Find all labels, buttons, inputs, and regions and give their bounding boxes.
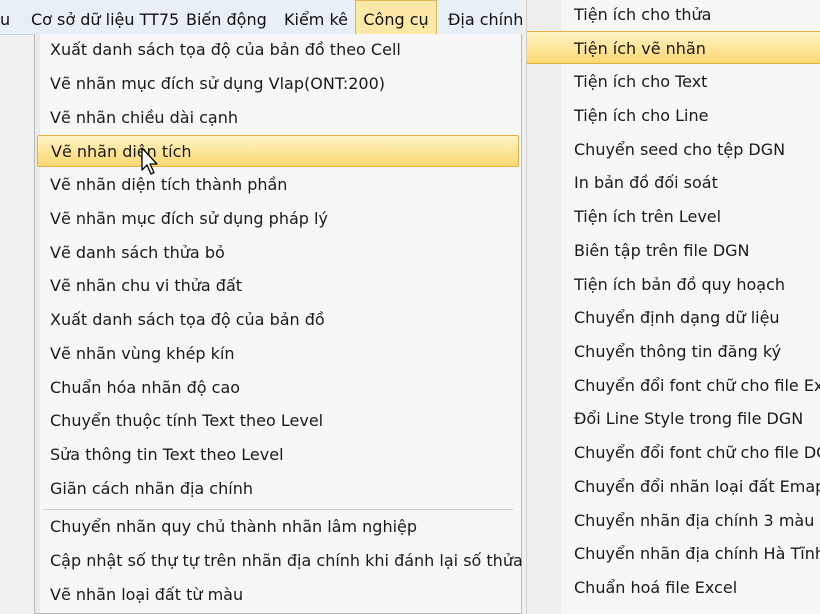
submenu-item-tien-ich-cho-line[interactable]: Tiện ích cho Line (527, 99, 820, 132)
menu-item-chuyen-thuoc-tinh-text[interactable]: Chuyển thuộc tính Text theo Level (37, 405, 519, 437)
menu-item-ve-nhan-chieu-dai-canh[interactable]: Vẽ nhãn chiều dài cạnh (37, 102, 519, 134)
menu-bar: u Cơ sở dữ liệu TT75 Biến động Kiểm kê C… (0, 0, 523, 35)
submenu-item-chuyen-dinh-dang[interactable]: Chuyển định dạng dữ liệu (527, 301, 820, 334)
menu-item-ve-nhan-vung-khep-kin[interactable]: Vẽ nhãn vùng khép kín (37, 338, 519, 370)
menu-item-cong-cu[interactable]: Công cụ (355, 0, 437, 34)
submenu-item-tien-ich-cho-thua[interactable]: Tiện ích cho thửa (527, 0, 820, 31)
submenu-item-in-ban-do-doi-soat[interactable]: In bản đồ đối soát (527, 166, 820, 199)
mouse-pointer-icon (141, 147, 158, 175)
menu-item-ve-nhan-mdsd-vlap[interactable]: Vẽ nhãn mục đích sử dụng Vlap(ONT:200) (37, 68, 519, 100)
submenu-item-bien-tap-dgn[interactable]: Biên tập trên file DGN (527, 234, 820, 267)
menu-item-xuat-ds-toa-do[interactable]: Xuất danh sách tọa độ của bản đồ (37, 304, 519, 336)
submenu-item-tien-ich-ve-nhan[interactable]: Tiện ích vẽ nhãn (527, 31, 820, 64)
submenu-item-chuyen-thong-tin-dang-ky[interactable]: Chuyển thông tin đăng ký (527, 335, 820, 368)
submenu-item-font-dgn[interactable]: Chuyển đổi font chữ cho file DGN (527, 436, 820, 469)
menu-item-dia-chinh[interactable]: Địa chính (448, 0, 523, 34)
menu-item-bien-dong[interactable]: Biến động (186, 0, 267, 34)
menu-item-gian-cach-nhan[interactable]: Giãn cách nhãn địa chính (37, 473, 519, 505)
menu-item-partial-u[interactable]: u (0, 0, 10, 34)
menu-item-ve-nhan-dien-tich-thanh-phan[interactable]: Vẽ nhãn diện tích thành phần (37, 169, 519, 201)
submenu-item-nhan-3-mau[interactable]: Chuyển nhãn địa chính 3 màu (527, 504, 820, 537)
menu-item-sua-thong-tin-text[interactable]: Sửa thông tin Text theo Level (37, 439, 519, 471)
submenu-item-nhan-loai-dat-emap[interactable]: Chuyển đổi nhãn loại đất Emap (527, 470, 820, 503)
submenu-item-tien-ich-cho-text[interactable]: Tiện ích cho Text (527, 65, 820, 98)
submenu-item-chuyen-seed-dgn[interactable]: Chuyển seed cho tệp DGN (527, 133, 820, 166)
submenu-cong-cu: Tiện ích cho thửa Tiện ích vẽ nhãn Tiện … (526, 0, 820, 614)
menu-item-ve-danh-sach-thua-bo[interactable]: Vẽ danh sách thửa bỏ (37, 237, 519, 269)
submenu-item-font-excel[interactable]: Chuyển đổi font chữ cho file Excel (527, 369, 820, 402)
menu-item-ve-nhan-chu-vi-thua[interactable]: Vẽ nhãn chu vi thửa đất (37, 270, 519, 302)
submenu-item-ban-do-quy-hoach[interactable]: Tiện ích bản đồ quy hoạch (527, 268, 820, 301)
submenu-item-chuan-hoa-excel[interactable]: Chuẩn hoá file Excel (527, 571, 820, 604)
menu-item-ve-nhan-loai-dat[interactable]: Vẽ nhãn loại đất từ màu (37, 579, 519, 611)
submenu-item-line-style-dgn[interactable]: Đổi Line Style trong file DGN (527, 402, 820, 435)
menu-item-cap-nhat-so-thu-tu[interactable]: Cập nhật số thự tự trên nhãn địa chính k… (37, 545, 523, 577)
submenu-item-tien-ich-tren-level[interactable]: Tiện ích trên Level (527, 200, 820, 233)
menu-item-chuyen-nhan-lam-nghiep[interactable]: Chuyển nhãn quy chủ thành nhãn lâm nghiệ… (37, 511, 519, 543)
submenu-item-nhan-ha-tinh[interactable]: Chuyển nhãn địa chính Hà Tĩnh (527, 537, 820, 570)
menu-item-co-so-du-lieu[interactable]: Cơ sở dữ liệu TT75 (31, 0, 179, 34)
menu-item-chuan-hoa-nhan-do-cao[interactable]: Chuẩn hóa nhãn độ cao (37, 372, 519, 404)
menu-item-kiem-ke[interactable]: Kiểm kê (284, 0, 348, 34)
menu-item-ve-nhan-mdsd-phap-ly[interactable]: Vẽ nhãn mục đích sử dụng pháp lý (37, 203, 519, 235)
dropdown-menu-ve-nhan: Xuất danh sách tọa độ của bản đồ theo Ce… (34, 34, 523, 614)
menu-item-ve-nhan-dien-tich[interactable]: Vẽ nhãn diện tích (37, 135, 519, 167)
menu-item-xuat-ds-toa-do-cell[interactable]: Xuất danh sách tọa độ của bản đồ theo Ce… (37, 34, 519, 66)
menu-separator (43, 509, 513, 510)
